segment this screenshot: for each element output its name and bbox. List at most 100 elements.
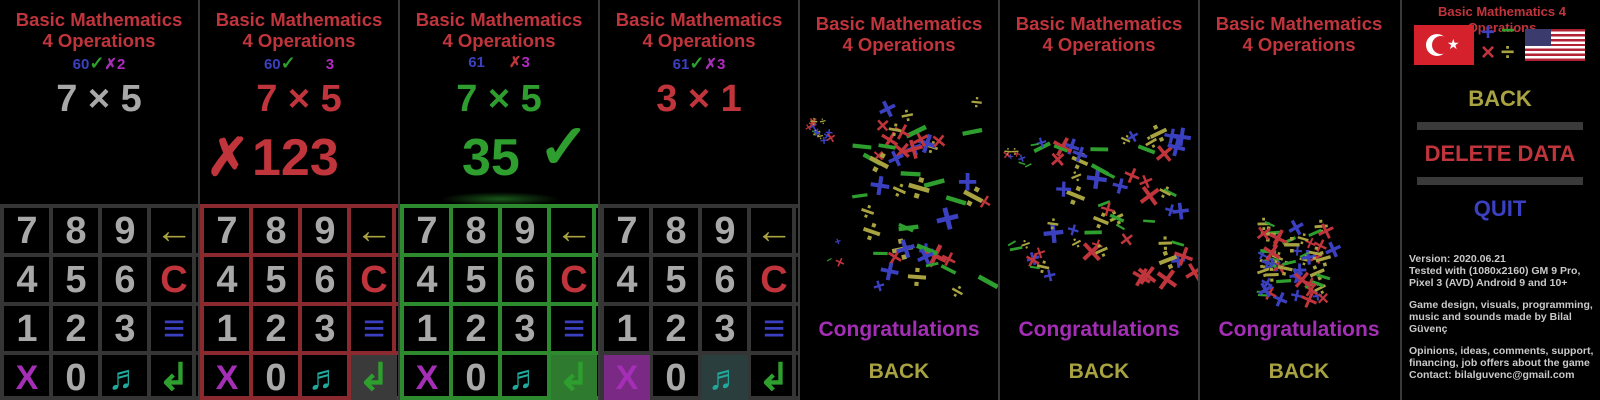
usa-flag[interactable]	[1525, 29, 1585, 61]
backspace-icon[interactable]: ←	[751, 208, 797, 254]
key-7[interactable]: 7	[204, 208, 250, 254]
key-4[interactable]: 4	[404, 257, 450, 303]
key-7[interactable]: 7	[4, 208, 50, 254]
key-5[interactable]: 5	[253, 257, 299, 303]
keypad: 7 8 9 ← 4 5 6 C 1 2 3 ≡ X 0 ♬ ↲	[200, 204, 398, 400]
enter-icon[interactable]: ↲	[351, 355, 397, 400]
app-subtitle: 4 Operations	[1242, 34, 1356, 55]
panel-divider	[598, 0, 600, 400]
back-button[interactable]: BACK	[1200, 360, 1398, 384]
close-icon[interactable]: X	[4, 355, 50, 400]
backspace-icon[interactable]: ←	[151, 208, 197, 254]
fireworks-animation: + − × ÷ + − × ÷ + − × ÷ + − × ÷ + − × ÷ + − × ÷ + − × ÷ + − × ÷ + − × ÷ + − × ÷…	[800, 80, 998, 310]
congratulations-screen: Basic Mathematics 4 Operations + − × ÷ + − × ÷ + − ×…	[800, 0, 998, 400]
key-1[interactable]: 1	[4, 306, 50, 352]
key-1[interactable]: 1	[204, 306, 250, 352]
key-9[interactable]: 9	[102, 208, 148, 254]
turkey-flag[interactable]: ★	[1414, 25, 1474, 65]
app-subtitle: 4 Operations	[1042, 34, 1156, 55]
key-5[interactable]: 5	[53, 257, 99, 303]
music-icon[interactable]: ♬	[702, 355, 748, 400]
menu-icon[interactable]: ≡	[751, 306, 797, 352]
key-4[interactable]: 4	[604, 257, 650, 303]
key-0[interactable]: 0	[653, 355, 699, 400]
key-3[interactable]: 3	[702, 306, 748, 352]
clear-icon[interactable]: C	[551, 257, 597, 303]
key-9[interactable]: 9	[302, 208, 348, 254]
keypad: 7 8 9 ← 4 5 6 C 1 2 3 ≡ X 0 ♬ ↲	[400, 204, 598, 400]
menu-icon[interactable]: ≡	[351, 306, 397, 352]
key-5[interactable]: 5	[453, 257, 499, 303]
key-1[interactable]: 1	[604, 306, 650, 352]
key-2[interactable]: 2	[453, 306, 499, 352]
clear-icon[interactable]: C	[351, 257, 397, 303]
key-8[interactable]: 8	[653, 208, 699, 254]
music-icon[interactable]: ♬	[102, 355, 148, 400]
math-symbol-particle: ×	[1048, 143, 1066, 175]
congratulations-text: Congratulations	[818, 318, 980, 341]
key-2[interactable]: 2	[53, 306, 99, 352]
music-icon[interactable]: ♬	[302, 355, 348, 400]
key-6[interactable]: 6	[702, 257, 748, 303]
key-3[interactable]: 3	[302, 306, 348, 352]
correct-count: 61	[468, 54, 485, 71]
clear-icon[interactable]: C	[151, 257, 197, 303]
back-button[interactable]: BACK	[1417, 76, 1583, 122]
key-6[interactable]: 6	[502, 257, 548, 303]
correct-count: 61	[672, 56, 690, 73]
backspace-icon[interactable]: ←	[351, 208, 397, 254]
clear-icon[interactable]: C	[751, 257, 797, 303]
key-8[interactable]: 8	[53, 208, 99, 254]
close-icon[interactable]: X	[204, 355, 250, 400]
key-6[interactable]: 6	[102, 257, 148, 303]
game-screen: Basic Mathematics 4 Operations 60✓✗2 7 × 57…	[0, 0, 198, 400]
music-icon[interactable]: ♬	[502, 355, 548, 400]
key-7[interactable]: 7	[604, 208, 650, 254]
key-2[interactable]: 2	[653, 306, 699, 352]
key-3[interactable]: 3	[502, 306, 548, 352]
math-symbol-particle: ÷	[1003, 143, 1012, 159]
quit-button[interactable]: QUIT	[1417, 186, 1583, 232]
math-symbol-particle: +	[1168, 191, 1193, 231]
close-icon[interactable]: X	[604, 355, 650, 400]
key-9[interactable]: 9	[502, 208, 548, 254]
key-8[interactable]: 8	[453, 208, 499, 254]
key-7[interactable]: 7	[404, 208, 450, 254]
key-0[interactable]: 0	[53, 355, 99, 400]
panel-divider	[1198, 0, 1200, 400]
enter-icon[interactable]: ↲	[551, 355, 597, 400]
enter-icon[interactable]: ↲	[151, 355, 197, 400]
answer-display: 35	[462, 129, 520, 187]
back-button[interactable]: BACK	[1000, 360, 1198, 384]
app-title: Basic Mathematics	[15, 9, 183, 30]
delete-data-button[interactable]: DELETE DATA	[1417, 131, 1583, 177]
menu-divider	[1417, 177, 1583, 185]
menu-icon[interactable]: ≡	[551, 306, 597, 352]
math-symbol-particle: −	[1140, 208, 1157, 236]
key-5[interactable]: 5	[653, 257, 699, 303]
math-symbol-particle: ×	[1290, 261, 1312, 298]
panel-divider	[198, 0, 200, 400]
keypad: 7 8 9 ← 4 5 6 C 1 2 3 ≡ X 0 ♬ ↲	[600, 204, 798, 400]
key-4[interactable]: 4	[204, 257, 250, 303]
key-9[interactable]: 9	[702, 208, 748, 254]
app-subtitle: 4 Operations	[42, 30, 156, 51]
key-4[interactable]: 4	[4, 257, 50, 303]
backspace-icon[interactable]: ←	[551, 208, 597, 254]
key-1[interactable]: 1	[404, 306, 450, 352]
math-symbol-particle: −	[965, 254, 998, 310]
math-symbol-particle: −	[956, 108, 988, 157]
key-0[interactable]: 0	[253, 355, 299, 400]
enter-icon[interactable]: ↲	[751, 355, 797, 400]
app-subtitle: 4 Operations	[442, 30, 556, 51]
app-title: Basic Mathematics	[615, 9, 783, 30]
answer-display: 123	[252, 129, 339, 187]
close-icon[interactable]: X	[404, 355, 450, 400]
key-0[interactable]: 0	[453, 355, 499, 400]
back-button[interactable]: BACK	[800, 360, 998, 384]
key-2[interactable]: 2	[253, 306, 299, 352]
key-3[interactable]: 3	[102, 306, 148, 352]
key-6[interactable]: 6	[302, 257, 348, 303]
menu-icon[interactable]: ≡	[151, 306, 197, 352]
key-8[interactable]: 8	[253, 208, 299, 254]
